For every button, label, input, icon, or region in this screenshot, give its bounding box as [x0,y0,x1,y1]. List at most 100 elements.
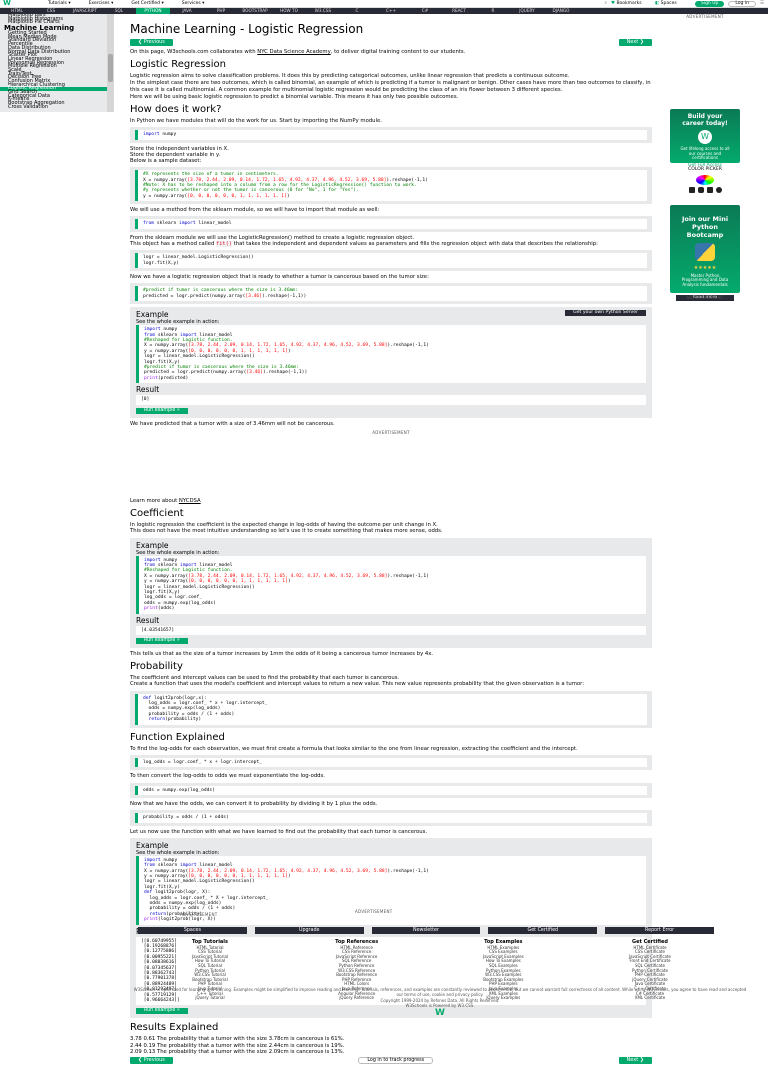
linkedin-icon[interactable] [706,187,713,194]
inline-code-fit: fit() [216,241,232,248]
sidebar-scrollbar[interactable] [107,14,114,112]
lr-paragraph-2: In the simplest case there are two outco… [130,80,651,93]
sidebar-scroll-thumb[interactable] [108,54,113,82]
advertisement-label: ADVERTISEMENT [372,429,410,435]
code-probability: probability = odds / (1 + odds) [130,810,652,826]
code-line: y = numpy.array([0, 0, 0, 0, 0, 0, 1, 1,… [143,193,290,199]
nyc-data-science-link[interactable]: NYC Data Science Academy [257,49,330,55]
example-heading: Example [136,840,169,850]
get-python-server-button[interactable]: Get your own Python Server [565,310,646,317]
nav-item-r[interactable]: R [476,8,510,13]
social-icons [670,187,740,194]
top-bar: W Tutorials ▾ Exercises ▾ Get Certified … [0,0,768,8]
sign-up-button[interactable]: Sign Up [694,1,725,7]
lr-paragraph-3: Here we will be using basic logistic reg… [130,93,459,100]
nav-item-java[interactable]: JAVA [170,8,204,13]
func-paragraph-2: To then convert the log-odds to odds we … [130,773,325,780]
heading-function-explained: Function Explained [130,731,225,743]
spaces-link[interactable]: ◧ Spaces [655,1,691,7]
services-menu[interactable]: Services ▾ [182,1,205,7]
spaces-icon: ◧ [654,1,660,7]
next-button[interactable]: Next ❯ [618,39,652,46]
code-import-numpy: import numpy [130,127,652,143]
code-line: from sklearn import linear_model [143,221,232,227]
coef-paragraph-2: This does not have the most intuitive un… [130,528,443,535]
nav-item-how-to[interactable]: HOW TO [272,8,306,13]
nav-item-bootstrap[interactable]: BOOTSTRAP [238,8,272,13]
sidebar: Matplotlib Bars Matplotlib Histograms Matp… [0,14,114,112]
prob-paragraph-2: Create a function that uses the model's … [130,681,584,688]
func-paragraph-1: To find the log-odds for each observatio… [130,745,578,752]
instagram-icon[interactable] [697,187,704,194]
nycdsa-link[interactable]: NYCDSA [179,498,201,504]
code-lines: logr = linear_model.LogisticRegression()… [135,253,647,269]
p7a: This object has a method called [130,241,217,248]
footer-column-title: Top Examples [484,939,523,945]
career-ad[interactable]: Build your career today! W Get lifelong … [670,109,740,169]
footer-upgrade-button[interactable]: Upgrade [254,927,364,934]
p7b: that takes the independent and dependent… [232,241,598,248]
code-line: odds = numpy.exp(log_odds) [143,787,215,793]
bookmarks-link[interactable]: ♥ Bookmarks [611,1,651,7]
nav-item-jquery[interactable]: JQUERY [510,8,544,13]
nav-item-w3-css[interactable]: W3.CSS [306,8,340,13]
code-lines: odds = numpy.exp(log_odds) [135,785,647,795]
log-in-button[interactable]: Log in [728,1,756,7]
code-lines: probability = odds / (1 + odds) [135,813,647,823]
exercises-menu[interactable]: Exercises ▾ [89,1,114,7]
facebook-icon[interactable] [688,187,695,194]
code-logit2prob: def logit2prob(logr,x): log_odds = logr.… [130,690,652,728]
career-ad-title: Build your career today! [682,113,728,128]
w3schools-logo[interactable]: W [0,0,14,8]
example-code: import numpy from sklearn import linear_m… [136,555,646,614]
nav-item-c[interactable]: C [340,8,374,13]
color-wheel-icon[interactable] [696,175,714,186]
nav-item-react[interactable]: REACT [442,8,476,13]
nav-item-django[interactable]: DJANGO [544,8,578,13]
previous-button[interactable]: ❮ Previous [130,39,173,46]
lr-paragraph-1: Logistic regression aims to solve classi… [130,73,570,80]
nav-item-html[interactable]: HTML [0,8,34,13]
get-certified-menu[interactable]: Get Certified ▾ [131,1,163,7]
bootcamp-ad[interactable]: Join our Mini Python Bootcamp ★★★★★ Mast… [670,205,740,302]
nav-item-javascript[interactable]: JAVASCRIPT [68,8,102,13]
footer-report-error-button[interactable]: Report Error [605,927,714,934]
footer-get-certified-button[interactable]: Get Certified [488,927,598,934]
result-heading: Result [136,385,160,395]
search-icon[interactable]: ⌕ [604,1,607,7]
footer-button-bar: Spaces Upgrade Newsletter Get Certified … [138,927,714,934]
code-lines: log_odds = logr.coef_ * x + logr.interce… [135,757,647,768]
menu-icon[interactable]: ☰ [760,1,764,7]
code-lines: #X represents the size of a tumor in cen… [135,170,647,202]
footer-column-title: Top References [335,939,379,945]
nav-item-sql[interactable]: SQL [102,8,136,13]
code-keyword: import [143,132,160,138]
nav-item-php[interactable]: PHP [204,8,238,13]
run-example-button[interactable]: Run example » [136,407,188,414]
fine-print-1: W3Schools is optimized for learning and … [133,987,747,997]
nav-item-c-[interactable]: C# [408,8,442,13]
python-logo-icon [695,243,715,262]
example-code: import numpy from sklearn import linear_m… [136,325,646,384]
previous-button-bottom[interactable]: ❮ Previous [130,1057,173,1065]
footer-newsletter-button[interactable]: Newsletter [371,927,481,934]
code-odds: odds = numpy.exp(log_odds) [130,782,652,798]
footer-spaces-button[interactable]: Spaces [138,927,247,934]
sidebar-item-cross-validation[interactable]: Cross Validation [0,105,114,110]
nav-item-python[interactable]: PYTHON [136,8,170,14]
nav-item-css[interactable]: CSS [34,8,68,13]
nav-item-c-[interactable]: C++ [374,8,408,13]
code-line: predicted = logr.predict(numpy.array([3.… [143,293,307,299]
footer-column-title: Top Tutorials [192,939,228,945]
intro-b: , to deliver digital training content to… [330,49,466,55]
log-in-track-progress-button[interactable]: Log in to track progress [358,1057,434,1065]
code-lines: def logit2prob(logr,x): log_odds = logr.… [135,693,647,725]
tutorials-menu[interactable]: Tutorials ▾ [48,1,71,7]
next-button-bottom[interactable]: Next ❯ [618,1057,652,1065]
footer-logo[interactable]: W [130,1009,750,1017]
run-example-button[interactable]: Run example » [136,638,188,645]
color-picker-label: COLOR PICKER [688,167,722,173]
code-line: probability = odds / (1 + odds) [143,815,229,821]
code-text: numpy [159,132,177,138]
discord-icon[interactable] [715,187,722,194]
